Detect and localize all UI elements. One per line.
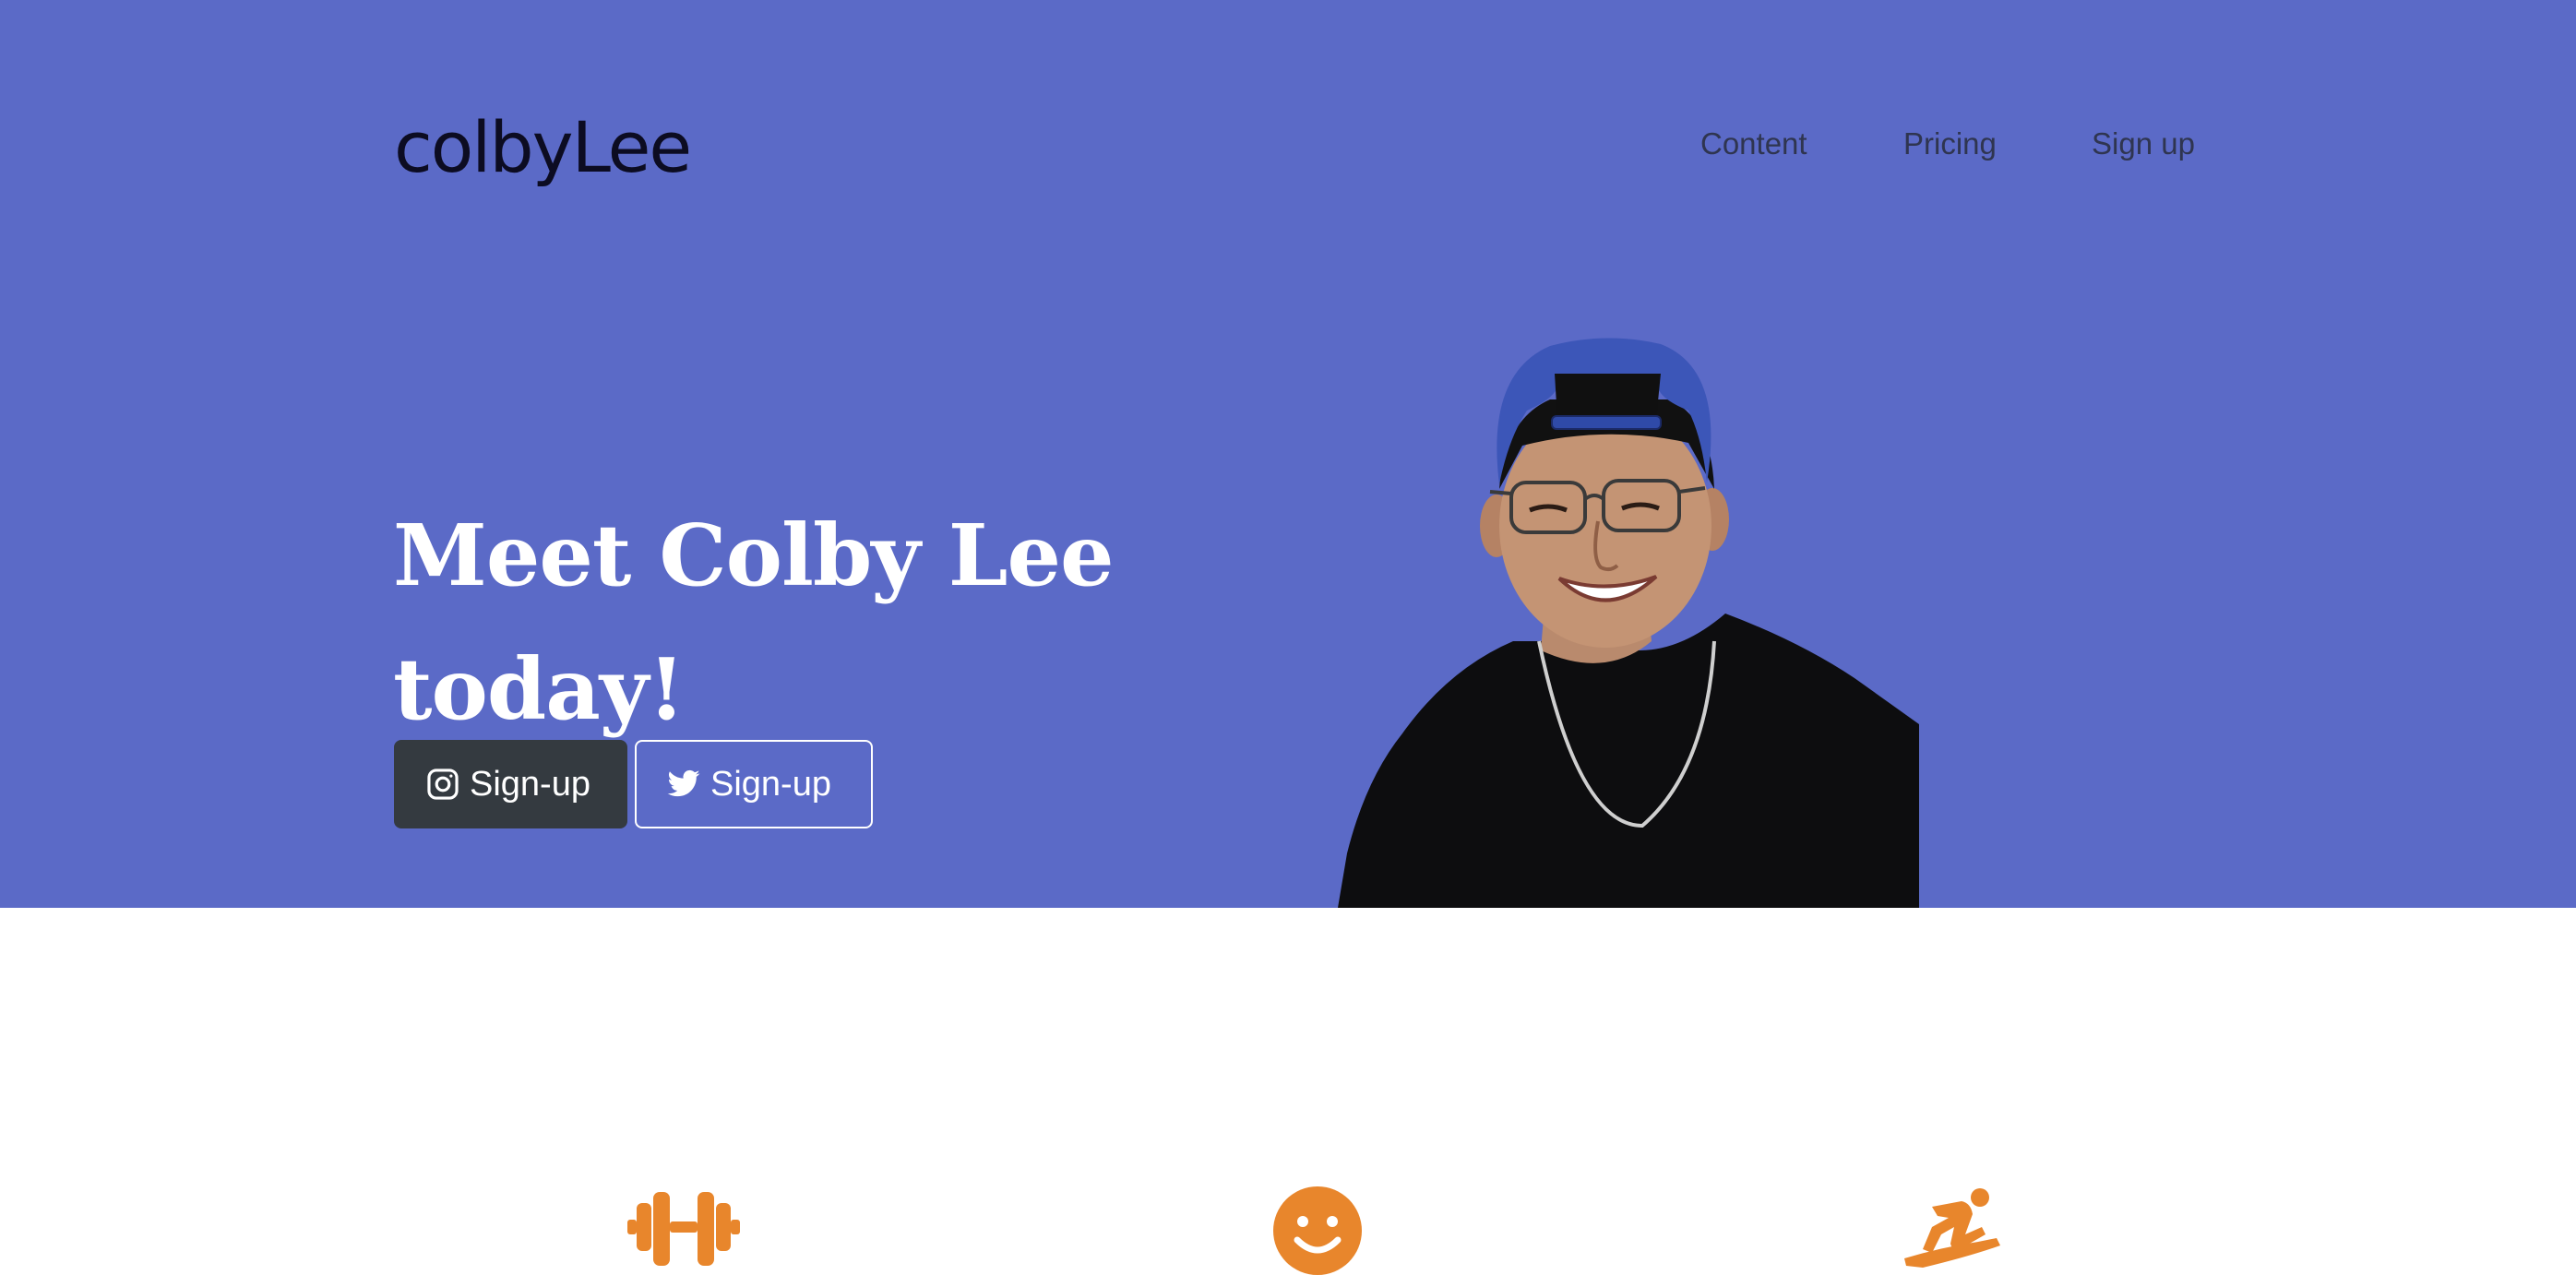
twitter-icon [666,767,701,802]
instagram-signup-label: Sign-up [470,764,590,804]
brand-logo[interactable]: colbyLee [394,103,692,192]
nav-sign-up[interactable]: Sign up [2092,125,2195,162]
hero-section: colbyLee Content Pricing Sign up Meet Co… [0,0,2576,908]
smile-icon [1273,1186,1362,1275]
dumbbell-icon [627,1192,740,1266]
twitter-signup-button[interactable]: Sign-up [635,740,873,828]
nav-content[interactable]: Content [1700,125,1807,162]
nav-pricing[interactable]: Pricing [1903,125,1997,162]
portrait-shirt [1338,614,1919,908]
snowboarding-icon [1904,1188,2000,1268]
instagram-signup-button[interactable]: Sign-up [394,740,627,828]
twitter-signup-label: Sign-up [710,764,831,804]
instagram-icon [425,767,460,802]
hero-headline: Meet Colby Lee today! [393,506,1115,739]
portrait-image [1338,338,1919,908]
